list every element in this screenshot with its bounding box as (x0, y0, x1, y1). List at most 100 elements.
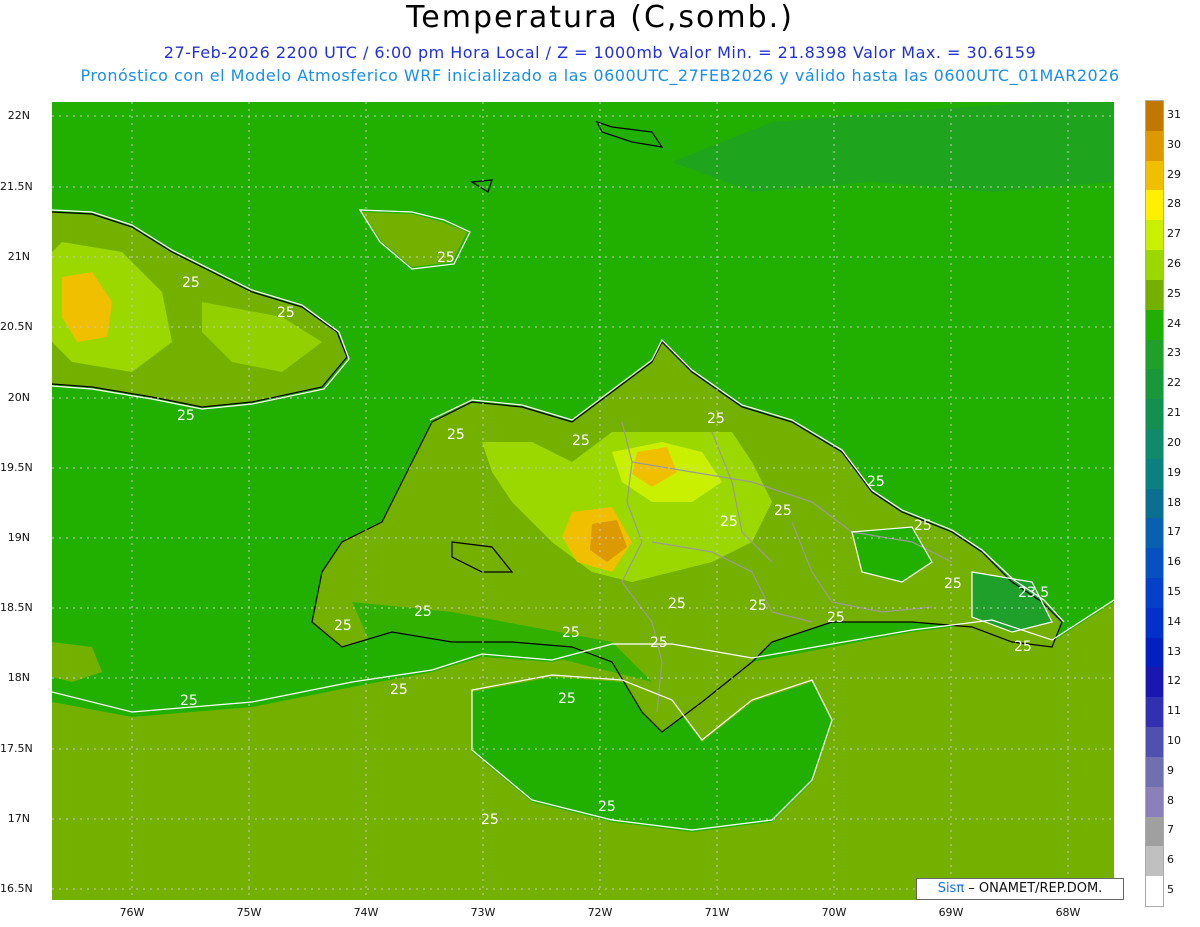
credit-box: Sisπ – ONAMET/REP.DOM. (916, 878, 1124, 900)
lon-label: 75W (236, 906, 262, 919)
colorbar-label: 12 (1167, 674, 1181, 688)
contour-label: 25 (867, 474, 885, 490)
lon-label: 69W (938, 906, 964, 919)
lat-label: 18.5N (0, 601, 33, 614)
contour-label: 25 (390, 682, 408, 698)
colorbar-swatch (1146, 428, 1163, 460)
colorbar-swatch (1146, 846, 1163, 877)
sis-logo-text: Sisπ (937, 881, 965, 896)
colorbar-swatch (1146, 250, 1163, 281)
colorbar-label: 24 (1167, 316, 1181, 330)
colorbar-label: 11 (1167, 704, 1181, 718)
colorbar-label: 18 (1167, 495, 1181, 509)
colorbar-swatch (1146, 279, 1163, 311)
credit-org: – ONAMET/REP.DOM. (964, 881, 1103, 896)
colorbar-swatch (1146, 786, 1163, 818)
contour-label: 25 (720, 514, 738, 530)
temperature-colorbar (1145, 100, 1164, 907)
contour-label: 25 (572, 433, 590, 449)
temperature-map: 25 25 25 25 25 25 25 25 25 25 25 25 25 2… (52, 102, 1114, 900)
colorbar-label: 25 (1167, 286, 1181, 300)
contour-label: 25 (1014, 639, 1032, 655)
contour-label: 23.5 (1018, 585, 1049, 601)
colorbar-label: 15 (1167, 584, 1181, 598)
contour-label: 25 (562, 625, 580, 641)
colorbar-label: 30 (1167, 137, 1181, 151)
lon-label: 72W (587, 906, 613, 919)
map-canvas: 25 25 25 25 25 25 25 25 25 25 25 25 25 2… (52, 102, 1114, 900)
colorbar-label: 29 (1167, 167, 1181, 181)
colorbar-swatch (1146, 727, 1163, 758)
contour-label: 25 (447, 427, 465, 443)
lat-label: 20N (7, 391, 30, 404)
lat-label: 19.5N (0, 461, 33, 474)
colorbar-label: 21 (1167, 406, 1181, 420)
contour-label: 25 (182, 275, 200, 291)
lat-label: 21N (7, 250, 30, 263)
lat-label: 20.5N (0, 320, 33, 333)
colorbar-swatch (1146, 756, 1163, 788)
colorbar-label: 14 (1167, 614, 1181, 628)
contour-label: 25 (707, 411, 725, 427)
colorbar-swatch (1146, 399, 1163, 430)
contour-label: 25 (180, 693, 198, 709)
lon-label: 71W (704, 906, 730, 919)
contour-label: 25 (598, 799, 616, 815)
colorbar-label: 16 (1167, 555, 1181, 569)
colorbar-swatch (1146, 637, 1163, 668)
colorbar-label: 6 (1167, 853, 1174, 867)
contour-label: 25 (334, 618, 352, 634)
colorbar-swatch (1146, 369, 1163, 400)
colorbar-swatch (1146, 220, 1163, 251)
colorbar-swatch (1146, 160, 1163, 191)
contour-label: 25 (749, 598, 767, 614)
colorbar-label: 19 (1167, 465, 1181, 479)
forecast-time-line: 27-Feb-2026 2200 UTC / 6:00 pm Hora Loca… (163, 43, 1037, 62)
colorbar-label: 22 (1167, 376, 1181, 390)
contour-label: 25 (827, 610, 845, 626)
colorbar-label: 23 (1167, 346, 1181, 360)
contour-label: 25 (650, 635, 668, 651)
colorbar-label: 31 (1167, 107, 1181, 121)
contour-label: 25 (277, 305, 295, 321)
colorbar-label: 5 (1167, 883, 1174, 897)
contour-label: 25 (481, 812, 499, 828)
colorbar-swatch (1146, 309, 1163, 341)
colorbar-label: 13 (1167, 644, 1181, 658)
colorbar-swatch (1146, 339, 1163, 370)
contour-label: 25 (914, 518, 932, 534)
lon-label: 73W (470, 906, 496, 919)
lat-label: 19N (7, 531, 30, 544)
contour-label: 25 (414, 604, 432, 620)
map-title: Temperatura (C,somb.) (406, 0, 794, 35)
contour-label: 25 (944, 576, 962, 592)
lon-label: 68W (1055, 906, 1081, 919)
lon-label: 76W (119, 906, 145, 919)
colorbar-swatch (1146, 876, 1163, 907)
colorbar-swatch (1146, 101, 1163, 132)
colorbar-label: 27 (1167, 227, 1181, 241)
colorbar-swatch (1146, 130, 1163, 162)
colorbar-swatch (1146, 518, 1163, 549)
colorbar-label: 17 (1167, 525, 1181, 539)
colorbar-swatch (1146, 697, 1163, 728)
colorbar-swatch (1146, 548, 1163, 579)
lat-label: 16.5N (0, 882, 33, 895)
lat-label: 21.5N (0, 180, 33, 193)
colorbar-swatch (1146, 190, 1163, 221)
lat-label: 17N (7, 812, 30, 825)
colorbar-swatch (1146, 667, 1163, 698)
lat-label: 17.5N (0, 742, 33, 755)
contour-label: 25 (437, 250, 455, 266)
colorbar-swatch (1146, 458, 1163, 490)
contour-label: 25 (668, 596, 686, 612)
lat-label: 18N (7, 671, 30, 684)
contour-label: 25 (774, 503, 792, 519)
colorbar-swatch (1146, 488, 1163, 519)
contour-label: 25 (177, 408, 195, 424)
colorbar-label: 9 (1167, 763, 1174, 777)
colorbar-label: 8 (1167, 793, 1174, 807)
contour-label: 25 (558, 691, 576, 707)
lon-label: 74W (353, 906, 379, 919)
lat-label: 22N (7, 109, 30, 122)
